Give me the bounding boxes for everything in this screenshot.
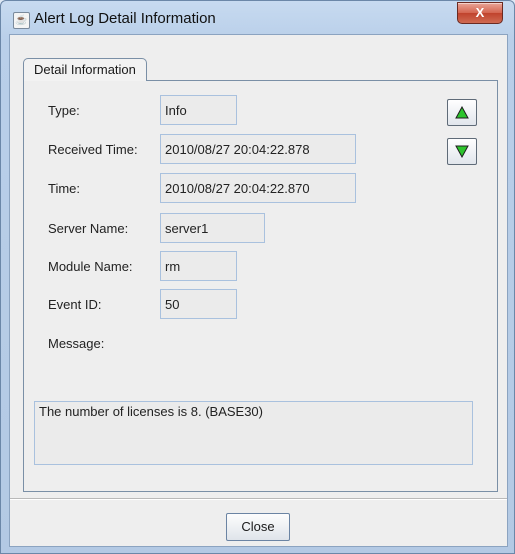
title-bar: ☕ Alert Log Detail Information X (1, 1, 514, 35)
received-time-field: 2010/08/27 20:04:22.878 (160, 134, 356, 164)
server-name-field: server1 (160, 213, 265, 243)
java-app-icon: ☕ (13, 12, 30, 29)
time-field: 2010/08/27 20:04:22.870 (160, 173, 356, 203)
dialog-content: Detail Information Type: Info Received T… (9, 34, 508, 547)
window-title: Alert Log Detail Information (34, 10, 216, 27)
type-label: Type: (48, 103, 80, 118)
event-id-field: 50 (160, 289, 237, 319)
received-time-label: Received Time: (48, 142, 138, 157)
event-id-label: Event ID: (48, 297, 102, 312)
triangle-up-icon (455, 106, 469, 119)
close-button[interactable]: Close (226, 513, 290, 541)
server-name-label: Server Name: (48, 221, 129, 236)
window-close-button[interactable]: X (457, 2, 503, 24)
message-text-area[interactable]: The number of licenses is 8. (BASE30) (34, 401, 473, 465)
triangle-down-icon (455, 145, 469, 158)
message-label: Message: (48, 336, 105, 351)
module-name-field: rm (160, 251, 237, 281)
next-alert-button[interactable] (447, 138, 477, 165)
previous-alert-button[interactable] (447, 99, 477, 126)
alert-log-detail-window: ☕ Alert Log Detail Information X Detail … (0, 0, 515, 554)
time-label: Time: (48, 181, 81, 196)
module-name-label: Module Name: (48, 259, 133, 274)
type-field: Info (160, 95, 237, 125)
footer-divider (10, 498, 507, 500)
tab-detail-information[interactable]: Detail Information (23, 58, 147, 81)
